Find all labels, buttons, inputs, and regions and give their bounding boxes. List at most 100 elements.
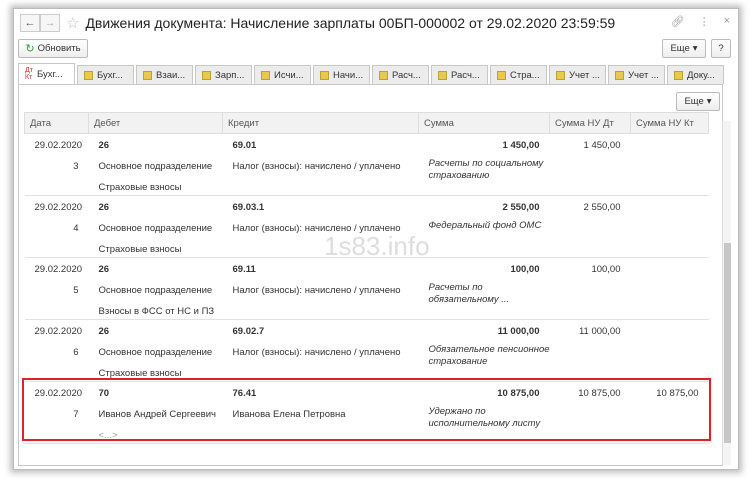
register-icon (379, 70, 388, 80)
register-icon (497, 70, 506, 80)
register-icon (143, 70, 152, 80)
desc: Обязательное пенсионное страхование (428, 344, 550, 367)
num: 4 (73, 223, 79, 234)
date: 29.02.2020 (34, 140, 83, 151)
credit: 69.11 (232, 264, 256, 275)
credit2: Налог (взносы): начислено / уплачено (232, 161, 401, 172)
sum: 1 450,00 (502, 140, 540, 151)
credit: 69.02.7 (232, 326, 265, 337)
back-button[interactable]: ← (20, 14, 40, 32)
tab-9[interactable]: Учет ... (549, 65, 606, 84)
chevron-down-icon: ▾ (706, 96, 712, 107)
tab-10[interactable]: Учет ... (608, 65, 665, 84)
date: 29.02.2020 (34, 202, 83, 213)
column-header[interactable]: Сумма НУ Дт (549, 112, 631, 134)
tab-6[interactable]: Расч... (372, 65, 429, 84)
register-icon (320, 70, 329, 80)
register-icon (438, 70, 447, 80)
column-header[interactable]: Кредит (222, 112, 419, 134)
table-row[interactable]: 29.02.2020 6 26 Основное подразделение Стра… (24, 319, 709, 382)
window-title: Движения документа: Начисление зарплаты … (85, 15, 616, 31)
tab-label: Зарп... (215, 69, 245, 81)
column-header[interactable]: Сумма (418, 112, 550, 134)
tab-5[interactable]: Начи... (313, 65, 370, 84)
table-more-label: Еще (684, 96, 704, 107)
more-label: Еще (670, 43, 690, 54)
favorite-star-icon[interactable]: ☆ (66, 14, 79, 32)
debit2: Основное подразделение (98, 347, 213, 358)
date: 29.02.2020 (34, 326, 83, 337)
refresh-icon: ↻ (25, 43, 35, 55)
scrollbar-thumb[interactable] (724, 243, 731, 443)
tab-8[interactable]: Стра... (490, 65, 547, 84)
tab-3[interactable]: Зарп... (195, 65, 252, 84)
column-header[interactable]: Дата (24, 112, 89, 134)
tab-label: Расч... (392, 69, 421, 81)
num: 5 (73, 285, 79, 296)
sum: 2 550,00 (502, 202, 540, 213)
credit2: Налог (взносы): начислено / уплачено (232, 347, 401, 358)
tab-label: Бухг... (97, 69, 123, 81)
tab-label: Бухг... (36, 68, 63, 80)
tab-label: Доку... (687, 69, 715, 81)
refresh-button[interactable]: ↻ Обновить (18, 39, 88, 58)
menu-icon[interactable]: ⋮ (699, 15, 710, 28)
tab-7[interactable]: Расч... (431, 65, 488, 84)
sum: 100,00 (510, 264, 540, 275)
debit2: Основное подразделение (98, 161, 213, 172)
tab-0[interactable]: Дт Кт Бухг... (18, 63, 75, 84)
debit: 26 (98, 140, 110, 151)
register-icon (556, 70, 565, 80)
table-more-button[interactable]: Еще ▾ (676, 92, 720, 111)
tab-label: Стра... (510, 69, 540, 81)
register-icon (615, 70, 624, 80)
forward-button[interactable]: → (40, 14, 60, 32)
nu-dt: 11 000,00 (578, 326, 621, 337)
tab-2[interactable]: Взаи... (136, 65, 193, 84)
register-icon (261, 70, 270, 80)
close-icon[interactable]: × (724, 15, 730, 28)
table-row[interactable]: 29.02.2020 3 26 Основное подразделение Стра… (24, 133, 709, 196)
date: 29.02.2020 (34, 264, 83, 275)
watermark: 1s83.info (324, 231, 430, 261)
vertical-scrollbar[interactable] (722, 121, 731, 465)
desc: Федеральный фонд ОМС (428, 220, 542, 231)
num: 6 (73, 347, 79, 358)
column-header[interactable]: Сумма НУ Кт (630, 112, 709, 134)
desc: Расчеты по обязательному ... (428, 282, 510, 305)
tab-label: Исчи... (274, 69, 304, 81)
highlight-frame (22, 378, 711, 441)
column-header[interactable]: Дебет (88, 112, 223, 134)
link-icon[interactable]: 🔗︎ (671, 15, 685, 28)
tab-label: Учет ... (628, 69, 659, 81)
tab-label: Начи... (333, 69, 364, 81)
debit2: Основное подразделение (98, 285, 213, 296)
table-row[interactable]: 29.02.2020 5 26 Основное подразделение Взно… (24, 257, 709, 320)
debit2: Основное подразделение (98, 223, 213, 234)
num: 3 (73, 161, 79, 172)
nu-dt: 1 450,00 (583, 140, 621, 151)
tab-4[interactable]: Исчи... (254, 65, 311, 84)
debit3: Страховые взносы (98, 182, 182, 193)
dt-kt-icon: Дт Кт (25, 67, 33, 81)
tab-label: Взаи... (156, 69, 186, 81)
nu-dt: 2 550,00 (583, 202, 621, 213)
chevron-down-icon: ▾ (692, 43, 698, 54)
title-bar: ← → ☆ Движения документа: Начисление зар… (14, 9, 738, 37)
help-button[interactable]: ? (711, 39, 731, 58)
register-icon (84, 70, 93, 80)
tab-1[interactable]: Бухг... (77, 65, 134, 84)
credit: 69.01 (232, 140, 257, 151)
register-icon (202, 70, 211, 80)
tab-11[interactable]: Доку... (667, 65, 724, 84)
tab-bar: Дт Кт Бухг... Бухг... Взаи... Зарп... Исчи... Н… (18, 63, 726, 84)
refresh-label: Обновить (37, 43, 81, 54)
more-button[interactable]: Еще ▾ (662, 39, 706, 58)
tab-label: Расч... (451, 69, 480, 81)
credit2: Налог (взносы): начислено / уплачено (232, 285, 401, 296)
debit: 26 (98, 326, 110, 337)
sum: 11 000,00 (497, 326, 540, 337)
register-icon (674, 70, 683, 80)
tab-label: Учет ... (569, 69, 600, 81)
debit: 26 (98, 202, 110, 213)
